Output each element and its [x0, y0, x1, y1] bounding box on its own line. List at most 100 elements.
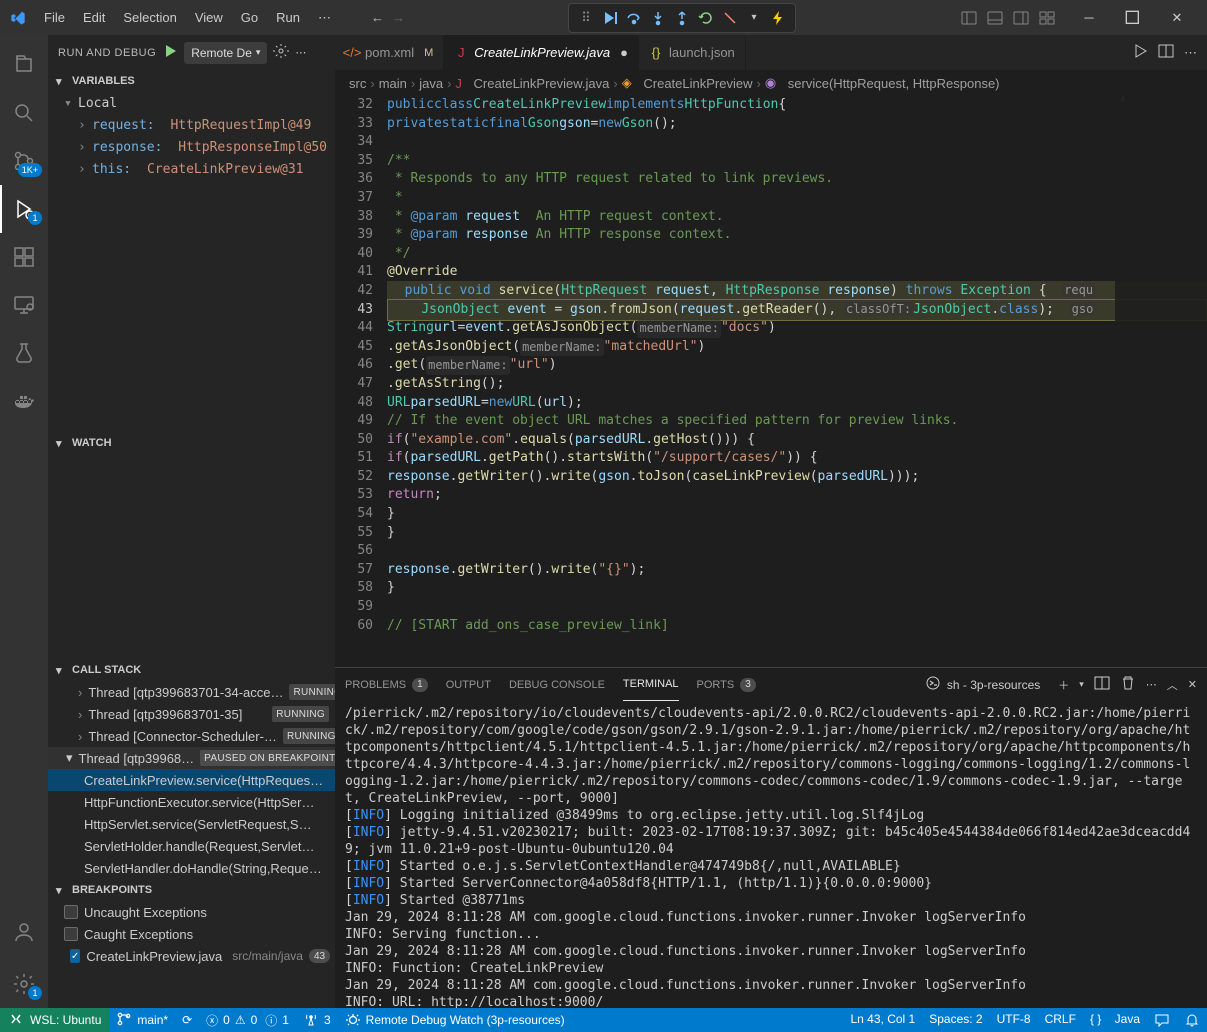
menu-file[interactable]: File [36, 6, 73, 29]
continue-icon[interactable] [599, 7, 621, 29]
tab-launch[interactable]: {} launch.json [639, 35, 746, 70]
status-debug[interactable]: Remote Debug Watch (3p-resources) [338, 1008, 572, 1032]
search-icon[interactable] [0, 89, 48, 137]
checkbox-icon[interactable] [64, 905, 78, 919]
more-icon[interactable]: ⋯ [1146, 678, 1157, 691]
status-spaces[interactable]: Spaces: 2 [922, 1012, 989, 1026]
remote-indicator[interactable]: WSL: Ubuntu [0, 1008, 109, 1032]
status-bell-icon[interactable] [1177, 1012, 1207, 1028]
panel-tab-output[interactable]: OUTPUT [446, 668, 491, 701]
callstack-frame[interactable]: HttpFunctionExecutor.service(HttpSer… [48, 791, 335, 813]
menu-run[interactable]: Run [268, 6, 308, 29]
source-control-icon[interactable]: 1K+ [0, 137, 48, 185]
status-branch[interactable]: main* [109, 1008, 175, 1032]
settings-gear-icon[interactable]: 1 [0, 960, 48, 1008]
close-panel-icon[interactable]: ✕ [1188, 678, 1197, 691]
trash-icon[interactable] [1120, 675, 1136, 694]
breakpoints-header[interactable]: ▾ BREAKPOINTS [48, 879, 335, 901]
menu-overflow[interactable]: ⋯ [310, 6, 339, 30]
step-into-icon[interactable] [647, 7, 669, 29]
menu-selection[interactable]: Selection [115, 6, 184, 29]
minimap[interactable] [1115, 96, 1207, 636]
status-encoding[interactable]: UTF-8 [990, 1012, 1038, 1026]
panel-tab-debugconsole[interactable]: DEBUG CONSOLE [509, 668, 605, 701]
split-terminal-icon[interactable] [1094, 675, 1110, 694]
breakpoint-uncaught[interactable]: Uncaught Exceptions [48, 901, 335, 923]
breadcrumb[interactable]: src› main› java› J CreateLinkPreview.jav… [335, 70, 1207, 96]
variables-header[interactable]: ▾ VARIABLES [48, 70, 335, 92]
extensions-icon[interactable] [0, 233, 48, 281]
chevron-down-icon[interactable]: ▾ [743, 7, 765, 29]
variables-scope[interactable]: ▾Local [48, 92, 335, 114]
start-debug-icon[interactable] [162, 43, 178, 62]
status-position[interactable]: Ln 43, Col 1 [844, 1012, 923, 1026]
customize-layout-icon[interactable] [1037, 8, 1057, 28]
menu-view[interactable]: View [187, 6, 231, 29]
disconnect-icon[interactable] [719, 7, 741, 29]
status-problems[interactable]: ⓧ0 ⚠0 ⓘ1 [199, 1008, 296, 1032]
minimize-icon[interactable]: ─ [1067, 0, 1111, 35]
nav-back-icon[interactable]: ← [371, 10, 384, 25]
explorer-icon[interactable] [0, 41, 48, 89]
menu-edit[interactable]: Edit [75, 6, 113, 29]
terminal-name[interactable]: sh - 3p-resources [925, 675, 1040, 694]
tab-createlinkpreview[interactable]: J CreateLinkPreview.java ● [444, 35, 639, 70]
debug-config-select[interactable]: Remote De ▾ [184, 42, 267, 64]
callstack-thread[interactable]: ›Thread [qtp399683701-34-acce…RUNNING [48, 681, 335, 703]
close-icon[interactable]: ✕ [1155, 0, 1199, 35]
status-lang[interactable]: { } Java [1083, 1012, 1147, 1026]
callstack-frame[interactable]: ServletHandler.doHandle(String,Reque… [48, 857, 335, 879]
run-tab-action-icon[interactable] [1132, 43, 1148, 62]
variable-row[interactable]: ›request: HttpRequestImpl@49 [48, 114, 335, 136]
tab-pom[interactable]: </> pom.xmlM [335, 35, 444, 70]
toggle-panel-left-icon[interactable] [959, 8, 979, 28]
more-icon[interactable]: ⋯ [1184, 45, 1197, 61]
drag-handle-icon[interactable]: ⠿ [575, 7, 597, 29]
step-over-icon[interactable] [623, 7, 645, 29]
panel-tab-problems[interactable]: PROBLEMS1 [345, 668, 428, 701]
breakpoint-caught[interactable]: Caught Exceptions [48, 923, 335, 945]
chevron-down-icon[interactable]: ▾ [1079, 679, 1084, 690]
callstack-thread[interactable]: ›Thread [Connector-Scheduler-…RUNNING [48, 725, 335, 747]
breakpoint-file[interactable]: CreateLinkPreview.java src/main/java 43 [48, 945, 335, 967]
step-out-icon[interactable] [671, 7, 693, 29]
toggle-panel-right-icon[interactable] [1011, 8, 1031, 28]
status-ports[interactable]: 3 [296, 1008, 338, 1032]
split-editor-icon[interactable] [1158, 43, 1174, 62]
callstack-frame[interactable]: HttpServlet.service(ServletRequest,S… [48, 813, 335, 835]
callstack-thread[interactable]: ▾Thread [qtp39968…PAUSED ON BREAKPOINT [48, 747, 335, 769]
callstack-thread[interactable]: ›Thread [qtp399683701-35]RUNNING [48, 703, 335, 725]
sidebar-header: RUN AND DEBUG Remote De ▾ ⋯ [48, 35, 335, 70]
callstack-frame[interactable]: CreateLinkPreview.service(HttpReques… [48, 769, 335, 791]
status-sync[interactable]: ⟳ [175, 1008, 199, 1032]
maximize-icon[interactable] [1111, 0, 1155, 35]
close-icon[interactable]: ● [620, 45, 628, 60]
new-terminal-icon[interactable]: ＋ [1058, 677, 1069, 693]
chevron-up-icon[interactable]: ︿ [1167, 677, 1178, 693]
nav-forward-icon[interactable]: → [392, 10, 405, 25]
panel-tab-ports[interactable]: PORTS3 [697, 668, 756, 701]
menu-go[interactable]: Go [233, 6, 266, 29]
remote-explorer-icon[interactable] [0, 281, 48, 329]
callstack-header[interactable]: ▾ CALL STACK [48, 659, 335, 681]
checkbox-icon[interactable] [64, 927, 78, 941]
panel-tab-terminal[interactable]: TERMINAL [623, 668, 679, 701]
variable-row[interactable]: ›this: CreateLinkPreview@31 [48, 158, 335, 180]
more-icon[interactable]: ⋯ [295, 46, 306, 59]
terminal-output[interactable]: /pierrick/.m2/repository/io/cloudevents/… [335, 701, 1207, 1008]
testing-icon[interactable] [0, 329, 48, 377]
run-debug-icon[interactable]: 1 [0, 185, 48, 233]
status-eol[interactable]: CRLF [1038, 1012, 1083, 1026]
watch-header[interactable]: ▾ WATCH [48, 432, 335, 454]
toggle-panel-bottom-icon[interactable] [985, 8, 1005, 28]
restart-icon[interactable] [695, 7, 717, 29]
callstack-frame[interactable]: ServletHolder.handle(Request,Servlet… [48, 835, 335, 857]
hot-reload-icon[interactable] [767, 7, 789, 29]
variable-row[interactable]: ›response: HttpResponseImpl@50 [48, 136, 335, 158]
status-feedback-icon[interactable] [1147, 1012, 1177, 1028]
docker-icon[interactable] [0, 377, 48, 425]
accounts-icon[interactable] [0, 908, 48, 956]
gear-icon[interactable] [273, 43, 289, 62]
checkbox-icon[interactable] [70, 949, 80, 963]
code-editor[interactable]: 3233343536373839404142▶43444546474849505… [335, 96, 1207, 667]
